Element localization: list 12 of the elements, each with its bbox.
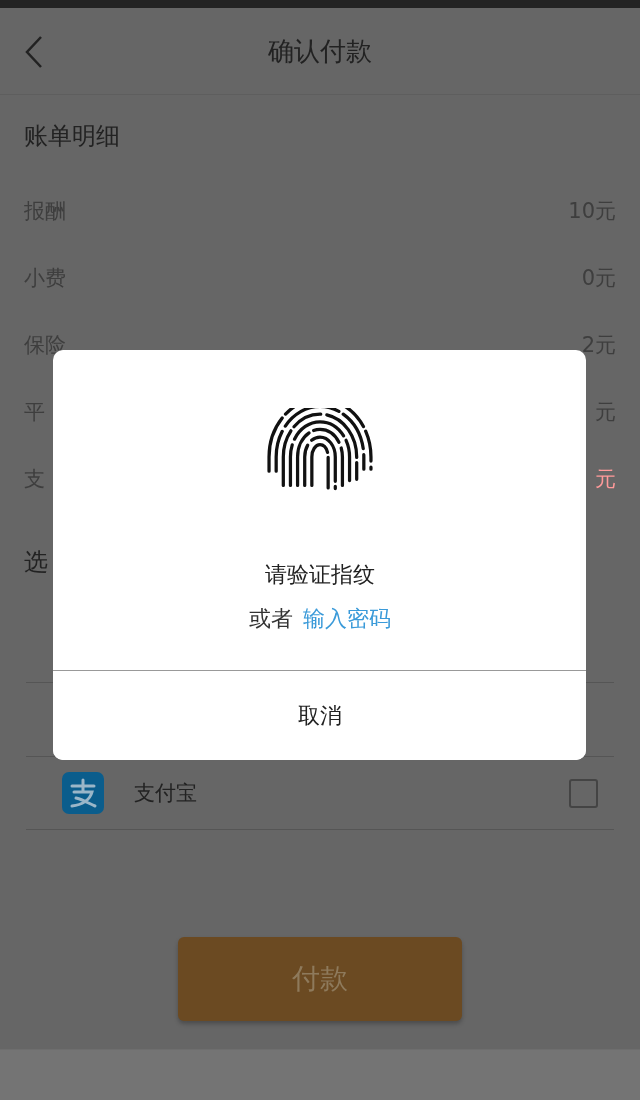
checkbox[interactable]: [569, 778, 598, 808]
payment-method-name: 支付宝: [134, 780, 198, 807]
page-title: 确认付款: [268, 34, 372, 68]
cancel-button[interactable]: 取消: [53, 670, 586, 760]
pay-button[interactable]: 付款: [178, 937, 462, 1021]
alternative-text: 或者: [248, 605, 293, 633]
section-title: 账单明细: [24, 121, 120, 152]
section-title: 选: [24, 547, 48, 578]
dialog-prompt: 请验证指纹: [264, 561, 375, 589]
password-link[interactable]: 输入密码: [302, 604, 391, 634]
bill-amount: 元: [595, 465, 616, 493]
payment-app-icon: [62, 772, 104, 814]
